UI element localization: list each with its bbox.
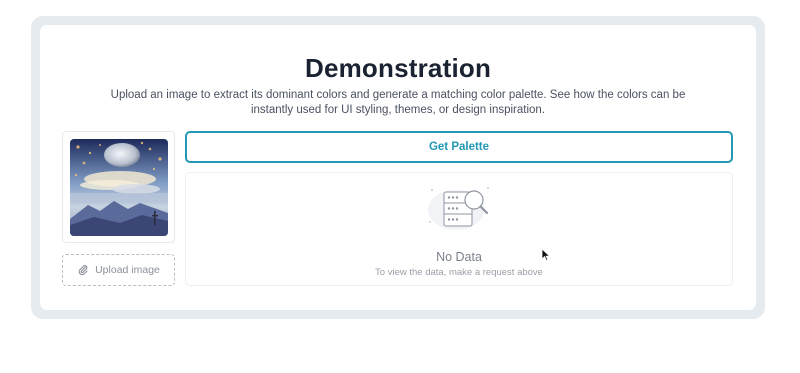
upload-image-button[interactable]: Upload image [62, 254, 175, 286]
page-description: Upload an image to extract its dominant … [110, 89, 686, 116]
no-data-hint: To view the data, make a request above [375, 267, 543, 278]
no-data-title: No Data [436, 250, 482, 264]
get-palette-button[interactable]: Get Palette [185, 131, 733, 163]
mouse-cursor-icon [541, 248, 551, 262]
upload-image-label: Upload image [95, 264, 160, 276]
paperclip-icon [78, 265, 88, 276]
outer-frame: Demonstration Upload an image to extract… [31, 16, 765, 319]
demo-card: Demonstration Upload an image to extract… [40, 25, 756, 310]
image-preview [62, 131, 175, 243]
server-search-icon [428, 187, 489, 230]
page-title: Demonstration [304, 53, 492, 83]
result-panel: No Data To view the data, make a request… [185, 172, 733, 286]
uploaded-image-thumbnail [70, 139, 168, 236]
